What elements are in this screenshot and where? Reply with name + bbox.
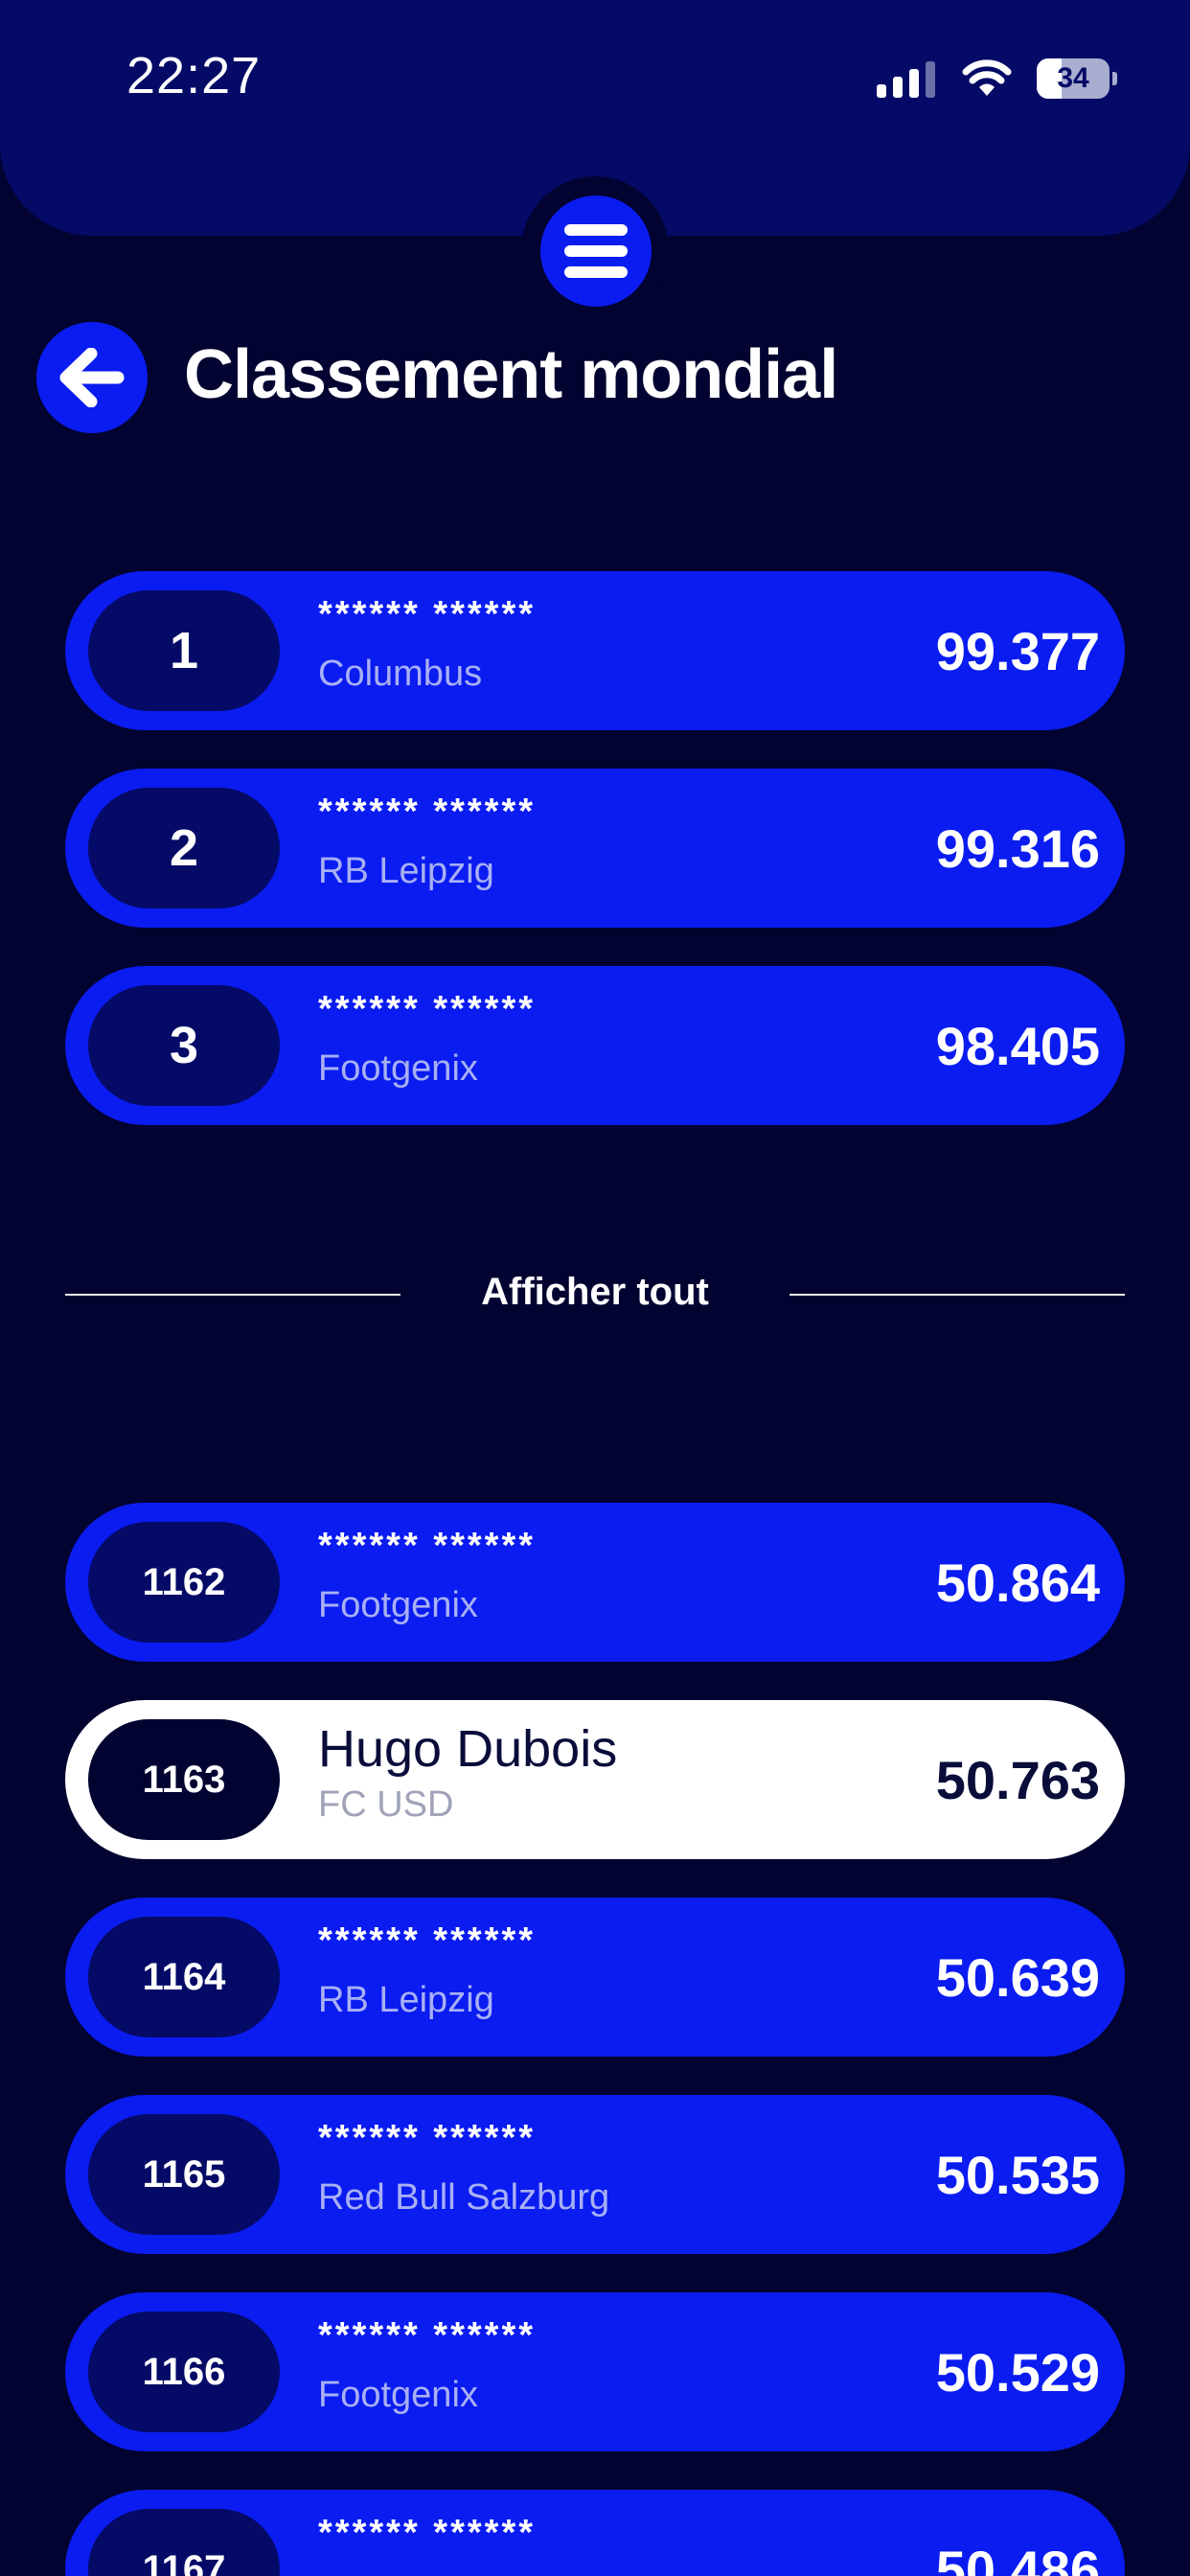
- club-name: RB Leipzig: [318, 851, 494, 891]
- player-score: 50.864: [935, 1552, 1100, 1613]
- club-name: Columbus: [318, 654, 483, 694]
- back-button[interactable]: [36, 322, 148, 433]
- club-name: Footgenix: [318, 1585, 478, 1625]
- show-all-button[interactable]: Afficher tout: [383, 1271, 807, 1314]
- club-name: Footgenix: [318, 2375, 478, 2415]
- status-time: 22:27: [126, 47, 262, 104]
- ranking-row-top-1[interactable]: 1 ****** ****** Columbus 99.377: [65, 571, 1125, 730]
- ranking-row[interactable]: 1167 ****** ****** 50.486: [65, 2490, 1125, 2576]
- rank-badge: 3: [88, 985, 280, 1106]
- player-name: ****** ******: [318, 2315, 537, 2356]
- player-name: ****** ******: [318, 1526, 537, 1566]
- player-name: ****** ******: [318, 1920, 537, 1961]
- player-name: ****** ******: [318, 989, 537, 1029]
- ranking-row[interactable]: 1162 ****** ****** Footgenix 50.864: [65, 1503, 1125, 1662]
- player-name: ****** ******: [318, 2118, 537, 2158]
- player-score: 98.405: [935, 1015, 1100, 1076]
- rank-badge: 1: [88, 590, 280, 711]
- page-title: Classement mondial: [184, 336, 838, 413]
- club-name: FC USD: [318, 1784, 454, 1825]
- player-score: 99.377: [935, 620, 1100, 681]
- player-score: 50.763: [935, 1749, 1100, 1810]
- status-icons: 34: [877, 56, 1117, 102]
- divider-left: [65, 1294, 400, 1296]
- signal-icon: [877, 59, 935, 98]
- ranking-row[interactable]: 1164 ****** ****** RB Leipzig 50.639: [65, 1898, 1125, 2057]
- rank-badge: 1166: [88, 2312, 280, 2432]
- player-name: ****** ******: [318, 2513, 537, 2553]
- menu-icon: [564, 224, 628, 236]
- ranking-row-top-3[interactable]: 3 ****** ****** Footgenix 98.405: [65, 966, 1125, 1125]
- rank-badge: 1164: [88, 1917, 280, 2037]
- player-name: ****** ******: [318, 594, 537, 634]
- battery-icon: 34: [1037, 58, 1117, 99]
- player-score: 50.529: [935, 2341, 1100, 2403]
- ranking-row-current-user[interactable]: 1163 Hugo Dubois FC USD 50.763: [65, 1700, 1125, 1859]
- club-name: Footgenix: [318, 1048, 478, 1089]
- player-score: 50.486: [935, 2539, 1100, 2576]
- club-name: Red Bull Salzburg: [318, 2177, 610, 2218]
- divider-right: [790, 1294, 1125, 1296]
- menu-button[interactable]: [540, 196, 652, 307]
- wifi-icon: [962, 59, 1012, 96]
- rank-badge: 1162: [88, 1522, 280, 1643]
- arrow-left-icon: [59, 348, 125, 407]
- rank-badge: 1167: [88, 2509, 280, 2576]
- player-score: 50.535: [935, 2144, 1100, 2205]
- rank-badge: 1165: [88, 2114, 280, 2235]
- player-name: ****** ******: [318, 792, 537, 832]
- battery-percent: 34: [1057, 62, 1089, 94]
- rank-badge: 2: [88, 788, 280, 908]
- player-name: Hugo Dubois: [318, 1720, 618, 1778]
- player-score: 50.639: [935, 1946, 1100, 2008]
- club-name: RB Leipzig: [318, 1980, 494, 2020]
- rank-badge: 1163: [88, 1719, 280, 1840]
- player-score: 99.316: [935, 817, 1100, 879]
- ranking-row[interactable]: 1165 ****** ****** Red Bull Salzburg 50.…: [65, 2095, 1125, 2254]
- ranking-row-top-2[interactable]: 2 ****** ****** RB Leipzig 99.316: [65, 769, 1125, 928]
- ranking-row[interactable]: 1166 ****** ****** Footgenix 50.529: [65, 2292, 1125, 2451]
